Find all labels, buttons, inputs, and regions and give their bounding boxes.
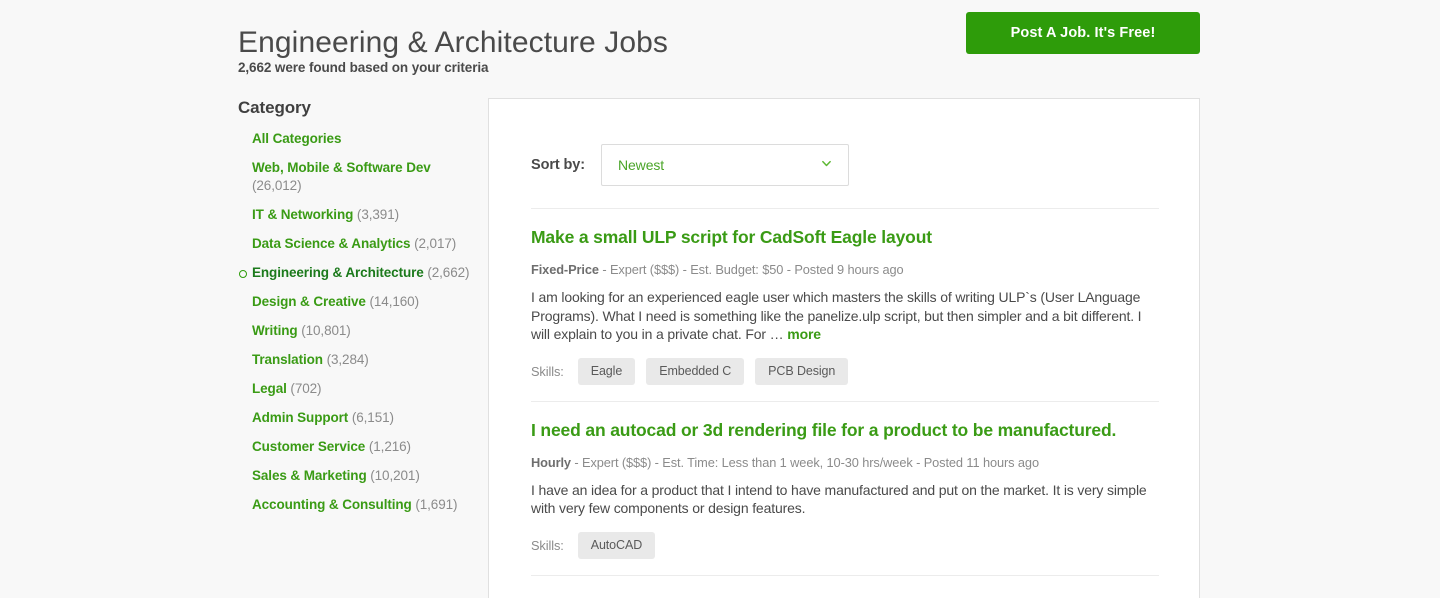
sidebar-item-count: (2,017) [414, 236, 457, 251]
sidebar-item-writing[interactable]: Writing (10,801) [238, 322, 478, 340]
skill-tag[interactable]: Embedded C [646, 357, 745, 385]
job-meta: Hourly - Expert ($$$) - Est. Time: Less … [531, 455, 1159, 470]
skill-tag[interactable]: AutoCAD [577, 531, 656, 559]
skill-tag[interactable]: PCB Design [755, 357, 849, 385]
sort-row: Sort by: Newest [531, 99, 1159, 209]
sidebar-item-label: Sales & Marketing [252, 468, 367, 483]
sidebar-item-label: Customer Service [252, 439, 366, 454]
sidebar-item-admin-support[interactable]: Admin Support (6,151) [238, 409, 478, 427]
job-results-panel: Sort by: Newest Make a small ULP script … [488, 98, 1200, 598]
result-count: 2,662 were found based on your criteria [238, 60, 489, 75]
skills-label: Skills: [531, 537, 564, 553]
sidebar-item-all-categories[interactable]: All Categories [238, 130, 478, 148]
sidebar-item-count: (10,801) [301, 323, 351, 338]
job-list-item: Make a small ULP script for CadSoft Eagl… [531, 209, 1159, 402]
job-meta-details: - Expert ($$$) - Est. Time: Less than 1 … [570, 454, 1039, 470]
sidebar-item-design-creative[interactable]: Design & Creative (14,160) [238, 293, 478, 311]
sidebar-item-label: Data Science & Analytics [252, 236, 411, 251]
job-meta-type: Hourly [531, 454, 571, 470]
chevron-down-icon [821, 158, 832, 169]
sidebar-item-label: Admin Support [252, 410, 349, 425]
skills-label: Skills: [531, 363, 564, 379]
job-meta-type: Fixed-Price [531, 262, 599, 277]
sidebar-item-label: Web, Mobile & Software Dev [252, 160, 431, 175]
active-category-bullet-icon [239, 270, 247, 278]
sidebar-item-count: (10,201) [370, 468, 420, 483]
sidebar-item-count: (2,662) [427, 265, 470, 280]
category-sidebar: Category All Categories Web, Mobile & Sof… [238, 98, 478, 525]
job-title-link[interactable]: Make a small ULP script for CadSoft Eagl… [531, 226, 1159, 248]
category-list: All Categories Web, Mobile & Software Dev… [238, 130, 478, 514]
sidebar-item-translation[interactable]: Translation (3,284) [238, 351, 478, 369]
sort-by-label: Sort by: [531, 157, 585, 173]
skill-tag[interactable]: Eagle [577, 357, 636, 385]
job-search-page: Engineering & Architecture Jobs 2,662 we… [0, 0, 1440, 598]
sidebar-item-label: IT & Networking [252, 207, 354, 222]
sidebar-item-count: (3,284) [326, 352, 369, 367]
page-header: Engineering & Architecture Jobs 2,662 we… [238, 0, 1200, 92]
sidebar-item-label: Accounting & Consulting [252, 497, 412, 512]
sidebar-item-count: (26,012) [252, 178, 302, 193]
sidebar-item-label: All Categories [252, 131, 342, 146]
job-skills-row: Skills: AutoCAD [531, 531, 1159, 559]
sidebar-item-legal[interactable]: Legal (702) [238, 380, 478, 398]
sidebar-item-count: (1,691) [415, 497, 458, 512]
sidebar-item-data-science-analytics[interactable]: Data Science & Analytics (2,017) [238, 235, 478, 253]
job-description-text: I have an idea for a product that I inte… [531, 481, 1147, 517]
job-title-link[interactable]: I need an autocad or 3d rendering file f… [531, 419, 1159, 441]
sidebar-item-label: Design & Creative [252, 294, 366, 309]
sidebar-item-count: (1,216) [368, 439, 411, 454]
sidebar-item-count: (6,151) [351, 410, 394, 425]
sort-by-selected-value: Newest [617, 157, 665, 173]
job-meta-details: - Expert ($$$) - Est. Budget: $50 - Post… [598, 262, 904, 277]
sidebar-item-accounting-consulting[interactable]: Accounting & Consulting (1,691) [238, 496, 478, 514]
job-list-item: I need an autocad or 3d rendering file f… [531, 402, 1159, 576]
sidebar-item-count: (3,391) [356, 207, 399, 222]
job-description: I have an idea for a product that I inte… [531, 481, 1159, 518]
sidebar-item-engineering-architecture[interactable]: Engineering & Architecture (2,662) [238, 264, 478, 282]
job-skills-row: Skills: Eagle Embedded C PCB Design [531, 357, 1159, 385]
post-a-job-button[interactable]: Post A Job. It's Free! [966, 12, 1200, 54]
sidebar-item-label: Writing [252, 323, 298, 338]
sidebar-item-count: (702) [290, 381, 322, 396]
sort-by-select[interactable]: Newest [600, 144, 849, 186]
page-title: Engineering & Architecture Jobs [238, 26, 669, 60]
job-description-more-link[interactable]: more [787, 326, 821, 342]
sidebar-item-label: Legal [252, 381, 287, 396]
job-description: I am looking for an experienced eagle us… [531, 288, 1159, 344]
sidebar-item-label: Engineering & Architecture [252, 265, 424, 280]
sidebar-item-sales-marketing[interactable]: Sales & Marketing (10,201) [238, 467, 478, 485]
sidebar-heading: Category [238, 98, 311, 117]
sidebar-item-count: (14,160) [369, 294, 420, 309]
job-list: Make a small ULP script for CadSoft Eagl… [531, 209, 1159, 576]
sidebar-item-it-networking[interactable]: IT & Networking (3,391) [238, 206, 478, 224]
sidebar-item-label: Translation [252, 352, 323, 367]
sidebar-item-web-mobile-software-dev[interactable]: Web, Mobile & Software Dev (26,012) [238, 159, 478, 195]
job-meta: Fixed-Price - Expert ($$$) - Est. Budget… [531, 262, 1159, 277]
sidebar-item-customer-service[interactable]: Customer Service (1,216) [238, 438, 478, 456]
job-description-text: I am looking for an experienced eagle us… [531, 289, 1142, 342]
